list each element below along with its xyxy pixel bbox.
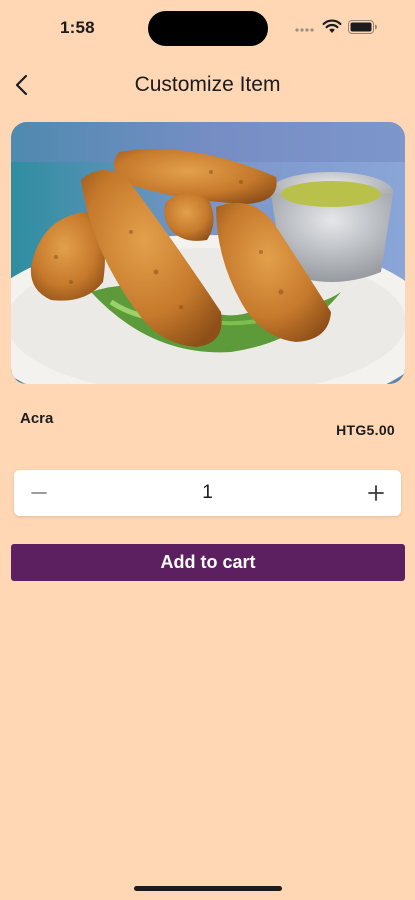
quantity-stepper: 1 <box>14 470 401 516</box>
nav-bar: Customize Item <box>0 60 415 110</box>
signal-dots-icon <box>295 28 314 32</box>
battery-icon <box>348 20 377 34</box>
item-price: HTG5.00 <box>336 422 395 438</box>
wifi-icon <box>322 19 342 33</box>
page-title: Customize Item <box>134 73 281 96</box>
status-bar: 1:58 <box>0 0 415 56</box>
home-indicator <box>134 886 282 891</box>
quantity-value: 1 <box>202 482 213 503</box>
plus-icon[interactable] <box>365 482 387 504</box>
add-to-cart-button[interactable]: Add to cart <box>11 544 405 581</box>
item-name: Acra <box>20 410 54 427</box>
item-image <box>11 122 405 384</box>
dynamic-island <box>148 11 268 46</box>
status-time: 1:58 <box>60 18 95 37</box>
